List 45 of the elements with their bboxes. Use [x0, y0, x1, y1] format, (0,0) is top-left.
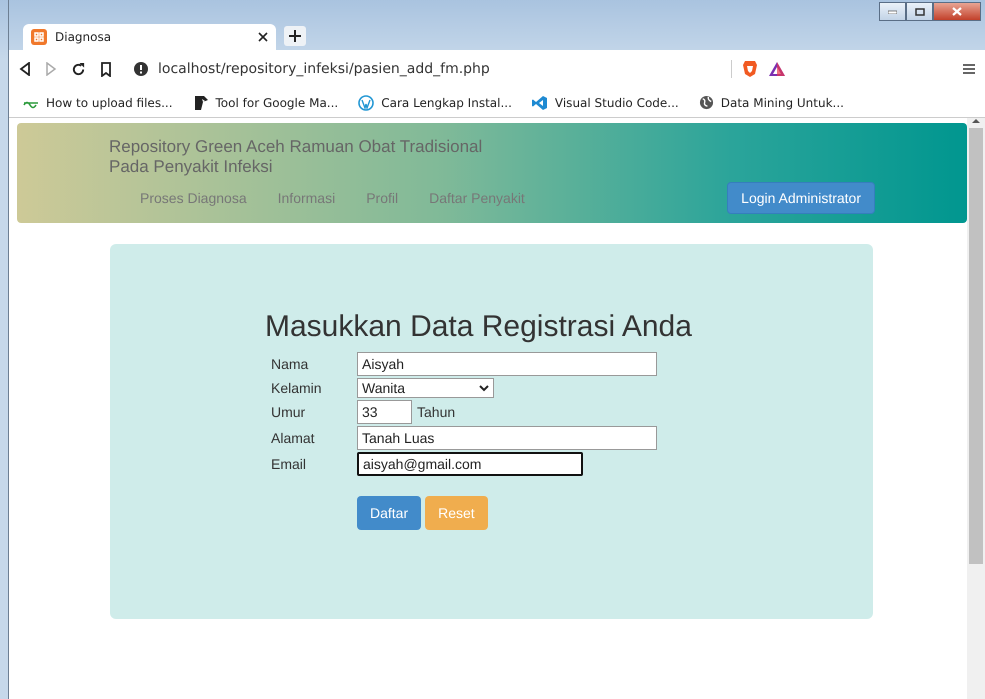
bookmark-link[interactable]: Data Mining Untuk...	[698, 95, 844, 110]
field-label: Nama	[270, 356, 310, 372]
bookmark-icon[interactable]	[100, 62, 112, 76]
browser-tab[interactable]: Diagnosa	[23, 24, 276, 50]
gender-select[interactable]: Wanita	[357, 378, 494, 398]
plus-icon	[289, 30, 301, 42]
close-icon	[952, 7, 962, 16]
input-field[interactable]: Tanah Luas	[357, 426, 657, 450]
site-title: Pada Penyakit Infeksi	[109, 157, 274, 177]
field-label: Email	[270, 456, 308, 472]
minimize-icon	[888, 10, 897, 14]
bookmark-link[interactable]: How to upload files...	[23, 96, 173, 110]
input-field[interactable]: 33	[357, 400, 412, 424]
maximize-icon	[914, 8, 924, 16]
form-heading: Masukkan Data Registrasi Anda	[265, 310, 693, 344]
field-label: Alamat	[270, 430, 316, 446]
menu-icon[interactable]	[963, 63, 975, 75]
chevron-icon	[479, 384, 489, 392]
input-field[interactable]: aisyah@gmail.com	[357, 452, 583, 476]
bookmark-link[interactable]: Tool for Google Ma...	[192, 94, 338, 110]
maximize-button[interactable]	[906, 2, 933, 21]
triangle-icon[interactable]	[768, 61, 786, 77]
reload-icon[interactable]	[71, 62, 86, 76]
site-title: Repository Green Aceh Ramuan Obat Tradisional	[109, 137, 484, 157]
scroll-thumb[interactable]	[969, 128, 983, 564]
globe-icon	[698, 95, 714, 110]
input-field[interactable]: Aisyah	[357, 352, 657, 376]
back-icon[interactable]	[19, 62, 31, 76]
bookmark-link[interactable]: Cara Lengkap Instal...	[358, 94, 512, 110]
app-icon	[31, 29, 47, 45]
submit-button[interactable]: Daftar	[357, 496, 422, 530]
wordpress-icon	[358, 94, 374, 110]
scrollbar[interactable]	[967, 118, 985, 699]
field-label: Umur	[270, 404, 306, 420]
info-icon	[134, 62, 148, 76]
close-icon[interactable]	[258, 32, 268, 42]
code-editor-icon	[532, 94, 548, 110]
login-button[interactable]: Login Administrator	[727, 182, 875, 214]
new-tab-button[interactable]	[284, 26, 306, 46]
pen-icon	[192, 94, 209, 110]
minimize-button[interactable]	[879, 2, 906, 21]
close-button[interactable]	[933, 2, 981, 21]
bookmark-link[interactable]: Visual Studio Code...	[532, 94, 679, 110]
unit-label: Tahun	[417, 404, 456, 420]
field-label: Kelamin	[270, 380, 323, 396]
